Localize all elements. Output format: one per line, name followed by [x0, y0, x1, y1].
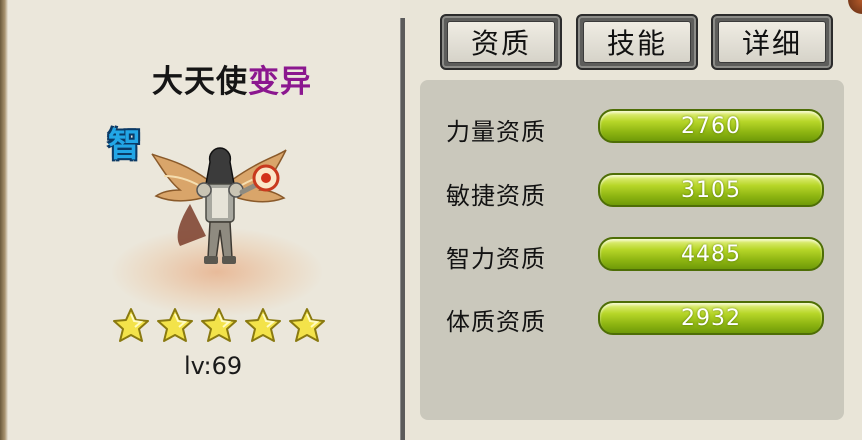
stat-value-strength: 2760 [681, 113, 741, 139]
star-icon [201, 308, 237, 342]
tab-aptitude[interactable]: 资质 [440, 14, 562, 70]
panel-divider [400, 18, 405, 440]
stat-value-intelligence: 4485 [681, 241, 741, 267]
tab-skills[interactable]: 技能 [576, 14, 698, 70]
fire-orb-icon [252, 164, 280, 192]
pet-name-base: 大天使 [152, 64, 248, 100]
star-icon [113, 308, 149, 342]
star-icon [157, 308, 193, 342]
star-icon [289, 308, 325, 342]
pet-variant-label: 变异 [248, 64, 312, 100]
tab-details[interactable]: 详细 [711, 14, 833, 70]
stat-label-constitution: 体质资质 [446, 308, 546, 336]
stat-label-strength: 力量资质 [446, 118, 546, 146]
stat-value-constitution: 2932 [681, 305, 741, 331]
tab-details-label: 详细 [718, 21, 826, 63]
star-rating [110, 306, 334, 346]
pet-name: 大天使变异 [152, 56, 312, 101]
tab-skills-label: 技能 [583, 21, 691, 63]
stat-bar-constitution: 2932 [598, 301, 824, 335]
window-frame-left [0, 0, 8, 440]
stat-label-intelligence: 智力资质 [446, 245, 546, 273]
stat-value-agility: 3105 [681, 177, 741, 203]
intelligence-type-badge: 智 [108, 125, 141, 164]
stat-label-agility: 敏捷资质 [446, 182, 546, 210]
stat-bar-strength: 2760 [598, 109, 824, 143]
stat-bar-intelligence: 4485 [598, 237, 824, 271]
pet-level: lv:69 [184, 352, 243, 380]
archangel-character-sprite[interactable] [150, 140, 290, 280]
frame-corner-ornament [844, 0, 862, 14]
star-icon [245, 308, 281, 342]
tab-aptitude-label: 资质 [447, 21, 555, 63]
stat-bar-agility: 3105 [598, 173, 824, 207]
